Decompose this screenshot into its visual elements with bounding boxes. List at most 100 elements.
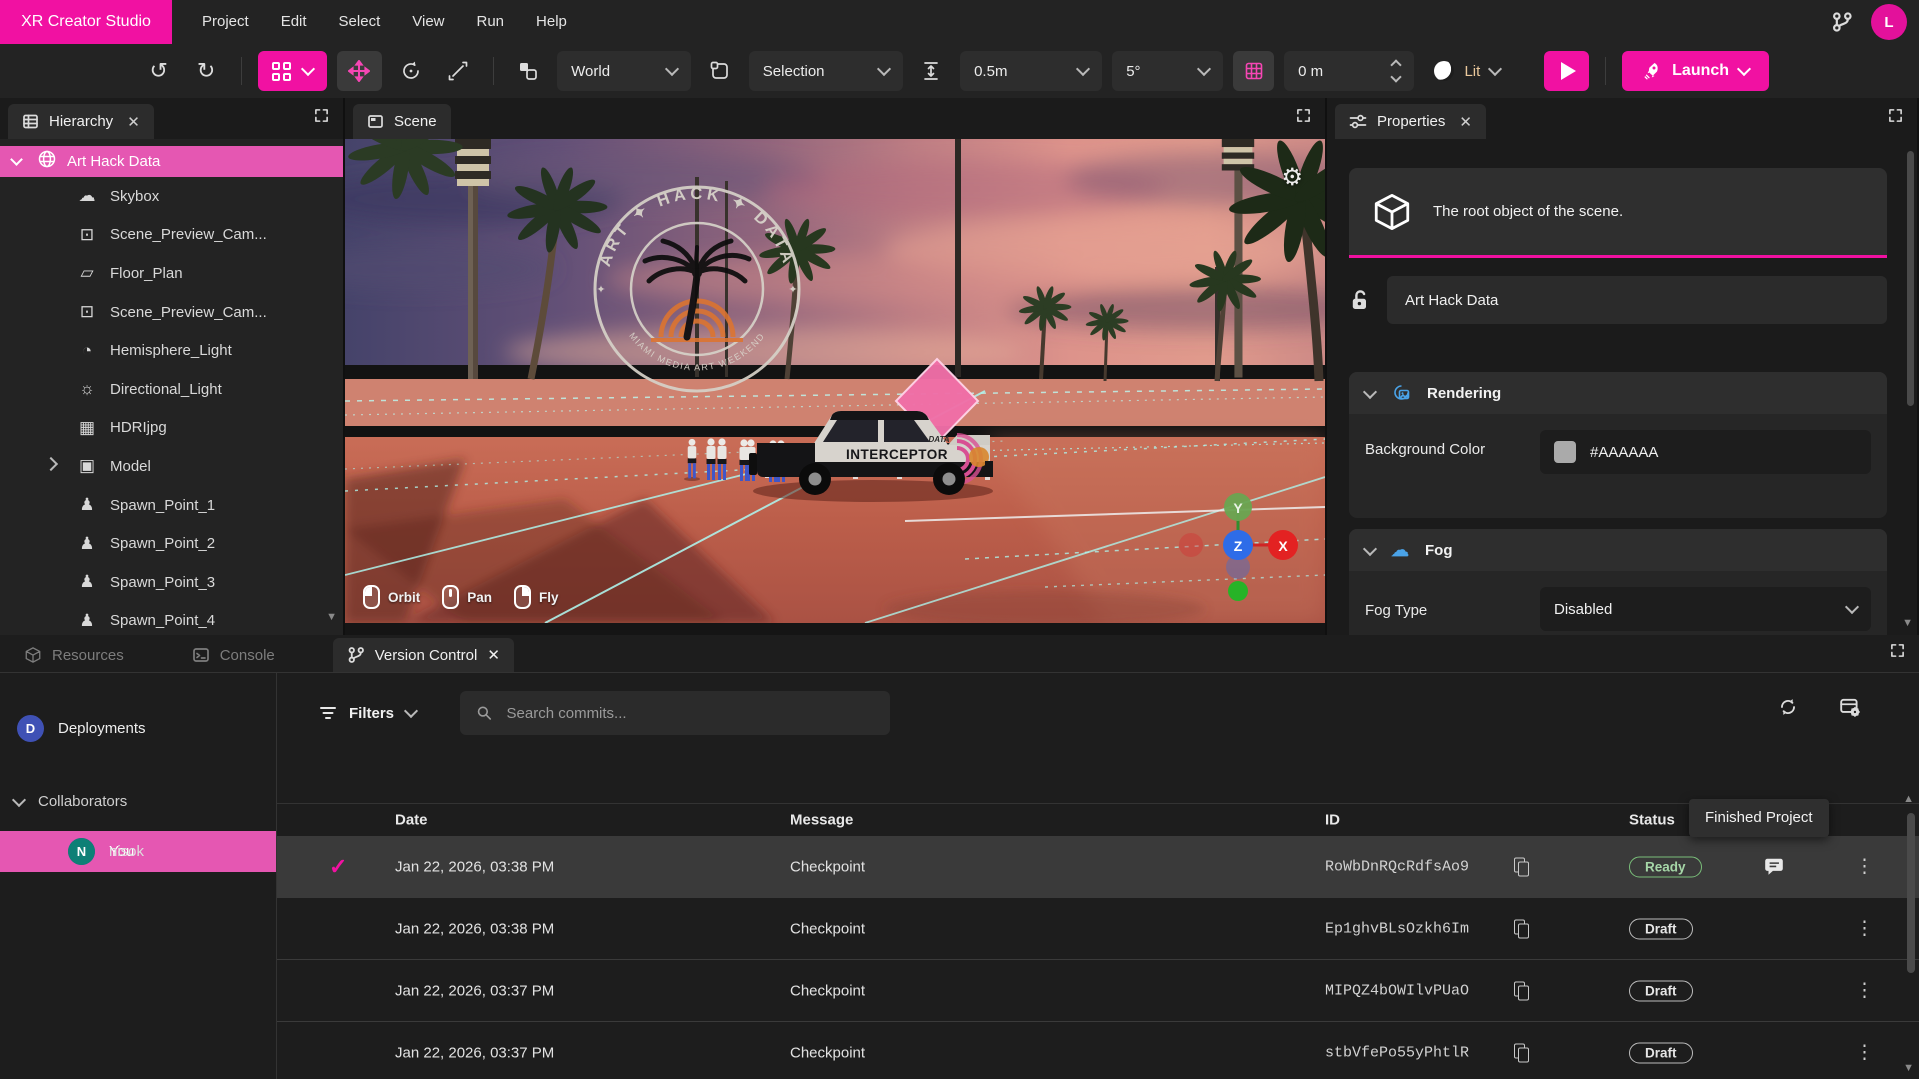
sidebar-item-deployments[interactable]: D Deployments bbox=[17, 715, 146, 742]
launch-button[interactable]: Launch bbox=[1622, 51, 1769, 91]
column-date[interactable]: Date bbox=[395, 812, 428, 829]
app-title[interactable]: XR Creator Studio bbox=[0, 0, 172, 44]
tab-scene[interactable]: Scene bbox=[353, 104, 451, 139]
kebab-menu-icon[interactable]: ⋮ bbox=[1855, 855, 1875, 878]
commit-message: Checkpoint bbox=[790, 920, 865, 937]
tab-hierarchy[interactable]: Hierarchy ✕ bbox=[8, 104, 154, 139]
close-icon[interactable]: ✕ bbox=[487, 646, 500, 664]
color-swatch[interactable] bbox=[1554, 441, 1576, 463]
hierarchy-item[interactable]: ⊡ Scene_Preview_Cam... bbox=[0, 216, 343, 255]
scale-tool-icon[interactable] bbox=[439, 52, 476, 90]
main-menus: Project Edit Select View Run Help bbox=[186, 0, 583, 44]
hierarchy-item[interactable]: ☼ Directional_Light bbox=[0, 370, 343, 409]
collaborator-row[interactable]: N nisok bbox=[0, 831, 276, 872]
sliders-icon bbox=[1349, 113, 1367, 131]
menu-help[interactable]: Help bbox=[520, 0, 583, 44]
select-tool-button[interactable] bbox=[258, 51, 327, 91]
tab-version-control[interactable]: Version Control ✕ bbox=[333, 638, 514, 672]
menu-run[interactable]: Run bbox=[461, 0, 521, 44]
section-fog-header[interactable]: ☁ Fog bbox=[1349, 529, 1887, 571]
expand-panel-icon[interactable] bbox=[1888, 108, 1903, 123]
copy-icon[interactable] bbox=[1514, 919, 1529, 938]
world-space-dropdown[interactable]: World bbox=[557, 51, 691, 91]
kebab-menu-icon[interactable]: ⋮ bbox=[1855, 1041, 1875, 1064]
expand-panel-icon[interactable] bbox=[1296, 108, 1311, 123]
scroll-down-icon[interactable]: ▼ bbox=[1903, 1062, 1914, 1074]
panel-settings-icon[interactable] bbox=[1839, 696, 1861, 718]
grid-toggle-button[interactable] bbox=[1233, 51, 1274, 91]
tab-resources[interactable]: Resources bbox=[10, 638, 138, 672]
table-row[interactable]: ✓ Jan 22, 2026, 03:38 PM Checkpoint Ep1g… bbox=[277, 898, 1919, 960]
menu-view[interactable]: View bbox=[396, 0, 460, 44]
search-commits-box[interactable] bbox=[460, 691, 890, 735]
play-button[interactable] bbox=[1544, 51, 1589, 91]
hierarchy-item[interactable]: ▣ Model bbox=[0, 447, 343, 486]
expand-panel-icon[interactable] bbox=[1890, 643, 1905, 658]
kebab-menu-icon[interactable]: ⋮ bbox=[1855, 917, 1875, 940]
hierarchy-item[interactable]: ◔ Hemisphere_Light bbox=[0, 331, 343, 370]
table-row[interactable]: ✓ Jan 22, 2026, 03:38 PM Checkpoint RoWb… bbox=[277, 836, 1919, 898]
object-name-field[interactable]: Art Hack Data bbox=[1387, 276, 1887, 324]
expand-panel-icon[interactable] bbox=[314, 108, 329, 123]
hierarchy-item-root[interactable]: Art Hack Data bbox=[0, 146, 343, 177]
section-rendering-header[interactable]: Rendering bbox=[1349, 372, 1887, 414]
shading-mode-dropdown[interactable]: Lit bbox=[1434, 61, 1500, 81]
sidebar-group-collaborators[interactable]: Collaborators bbox=[14, 793, 127, 810]
hierarchy-item-label: HDRIjpg bbox=[110, 419, 167, 436]
table-row[interactable]: ✓ Jan 22, 2026, 03:37 PM Checkpoint stbV… bbox=[277, 1022, 1919, 1079]
unlock-icon[interactable] bbox=[1349, 288, 1371, 312]
menu-select[interactable]: Select bbox=[323, 0, 397, 44]
rotate-tool-icon[interactable] bbox=[392, 52, 429, 90]
hierarchy-item[interactable]: ♟ Spawn_Point_2 bbox=[0, 524, 343, 563]
rotate-snap-dropdown[interactable]: 5° bbox=[1112, 51, 1223, 91]
copy-icon[interactable] bbox=[1514, 981, 1529, 1000]
background-color-field[interactable]: #AAAAAA bbox=[1540, 430, 1871, 474]
search-commits-input[interactable] bbox=[505, 704, 874, 723]
selection-pivot-dropdown[interactable]: Selection bbox=[749, 51, 903, 91]
column-id[interactable]: ID bbox=[1325, 812, 1340, 829]
scroll-down-icon[interactable]: ▼ bbox=[326, 611, 337, 623]
hierarchy-item[interactable]: ☁ Skybox bbox=[0, 177, 343, 216]
viewport-canvas[interactable]: ART ✦ HACK ✦ DATA MIAMI MEDIA ART WEEKEN… bbox=[345, 139, 1325, 623]
menu-project[interactable]: Project bbox=[186, 0, 265, 44]
comment-icon[interactable] bbox=[1763, 857, 1785, 877]
scroll-down-icon[interactable]: ▼ bbox=[1902, 617, 1913, 629]
filters-button[interactable]: Filters bbox=[319, 705, 416, 722]
chevron-right-icon[interactable] bbox=[46, 463, 74, 469]
hierarchy-item[interactable]: ♟ Spawn_Point_4 bbox=[0, 602, 343, 635]
hierarchy-item[interactable]: ⊡ Scene_Preview_Cam... bbox=[0, 293, 343, 332]
kebab-menu-icon[interactable]: ⋮ bbox=[1855, 979, 1875, 1002]
tab-console[interactable]: Console bbox=[178, 638, 289, 672]
snap-vertical-icon[interactable] bbox=[913, 52, 950, 90]
scrollbar-thumb[interactable] bbox=[1907, 151, 1914, 406]
hierarchy-item[interactable]: ♟ Spawn_Point_1 bbox=[0, 486, 343, 525]
grid-offset-stepper[interactable]: 0 m bbox=[1284, 51, 1414, 91]
undo-icon[interactable]: ↺ bbox=[140, 52, 177, 90]
refresh-icon[interactable] bbox=[1777, 696, 1799, 718]
viewport-settings-gear-icon[interactable]: ⚙ bbox=[1281, 163, 1303, 192]
move-tool-button[interactable] bbox=[337, 51, 382, 91]
copy-icon[interactable] bbox=[1514, 1043, 1529, 1062]
table-row[interactable]: ✓ Jan 22, 2026, 03:37 PM Checkpoint MIPQ… bbox=[277, 960, 1919, 1022]
hierarchy-item[interactable]: ♟ Spawn_Point_3 bbox=[0, 563, 343, 602]
scroll-up-icon[interactable]: ▲ bbox=[1903, 793, 1914, 805]
column-status[interactable]: Status bbox=[1629, 812, 1675, 829]
transform-orientation-icon[interactable] bbox=[510, 52, 547, 90]
close-icon[interactable]: ✕ bbox=[1459, 113, 1472, 131]
stepper-arrows-icon[interactable] bbox=[1392, 61, 1400, 81]
chevron-down-icon[interactable] bbox=[10, 153, 23, 166]
bounding-box-icon[interactable] bbox=[701, 52, 738, 90]
user-avatar[interactable]: L bbox=[1871, 4, 1907, 40]
redo-icon[interactable]: ↻ bbox=[187, 52, 224, 90]
copy-icon[interactable] bbox=[1514, 857, 1529, 876]
move-snap-dropdown[interactable]: 0.5m bbox=[960, 51, 1102, 91]
close-icon[interactable]: ✕ bbox=[127, 113, 140, 131]
menu-edit[interactable]: Edit bbox=[265, 0, 323, 44]
fog-type-dropdown[interactable]: Disabled bbox=[1540, 587, 1871, 631]
hierarchy-item[interactable]: ▱ Floor_Plan bbox=[0, 254, 343, 293]
column-message[interactable]: Message bbox=[790, 812, 853, 829]
tab-properties[interactable]: Properties ✕ bbox=[1335, 104, 1486, 139]
version-control-branch-icon[interactable] bbox=[1831, 11, 1853, 33]
scrollbar-thumb[interactable] bbox=[1907, 813, 1915, 973]
hierarchy-item[interactable]: ▦ HDRIjpg bbox=[0, 409, 343, 448]
